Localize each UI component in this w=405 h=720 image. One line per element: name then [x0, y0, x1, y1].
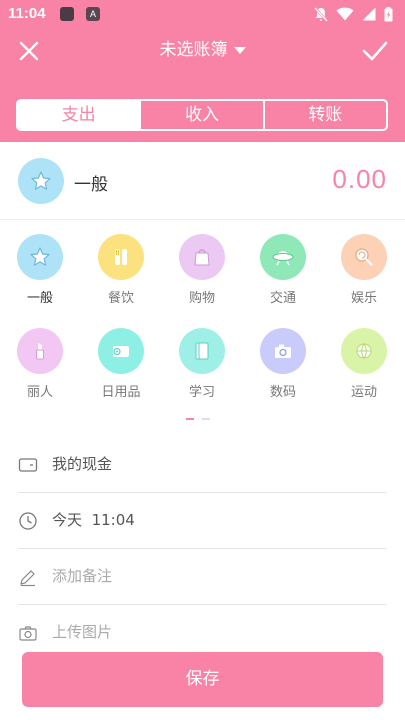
category-icon-bg — [179, 328, 225, 374]
date-field[interactable]: 今天 11:04 — [0, 493, 405, 549]
amount-value[interactable]: 0.00 — [332, 164, 387, 195]
lollipop-icon — [355, 248, 373, 266]
category-label: 日用品 — [101, 385, 141, 400]
mute-icon — [314, 6, 328, 22]
tab-expense[interactable]: 支出 — [18, 101, 140, 129]
save-button[interactable]: 保存 — [22, 652, 383, 707]
category-icon-bg — [98, 234, 144, 280]
category-icon-bg — [17, 234, 63, 280]
category-label: 餐饮 — [107, 291, 134, 306]
status-icons — [314, 6, 393, 22]
selected-category-icon — [18, 158, 64, 204]
notification-app-icon — [60, 7, 74, 21]
photo-upload-label: 上传图片 — [52, 623, 113, 641]
category-label: 运动 — [350, 385, 377, 400]
nav-bar: 未选账簿 — [0, 30, 405, 70]
page-dot-2 — [202, 418, 210, 420]
wifi-icon — [336, 7, 354, 21]
category-icon-bg — [17, 328, 63, 374]
date-day: 今天 — [52, 511, 83, 529]
clock-icon — [19, 512, 37, 530]
category-label: 学习 — [188, 385, 215, 400]
book-icon — [195, 342, 209, 360]
type-tabs: 支出 收入 转账 — [16, 99, 388, 131]
category-digital[interactable]: 数码 — [248, 328, 318, 408]
shopping-bag-icon — [194, 249, 210, 266]
category-icon-bg — [98, 328, 144, 374]
category-label: 一般 — [26, 291, 53, 306]
notification-a-icon: A — [86, 7, 100, 21]
check-icon[interactable] — [361, 38, 389, 64]
page-dot-1 — [186, 418, 194, 420]
ball-icon — [356, 343, 372, 359]
tab-income[interactable]: 收入 — [139, 101, 262, 129]
star-icon — [30, 247, 50, 266]
category-study[interactable]: 学习 — [167, 328, 237, 408]
category-sports[interactable]: 运动 — [329, 328, 399, 408]
category-label: 娱乐 — [350, 291, 377, 306]
camera-icon — [275, 344, 291, 358]
note-input: 添加备注 — [52, 567, 113, 585]
caret-down-icon — [233, 46, 246, 54]
category-daily-goods[interactable]: 日用品 — [86, 328, 156, 408]
wallet-icon — [18, 458, 38, 472]
category-dining[interactable]: 餐饮 — [86, 234, 156, 314]
pencil-icon — [20, 570, 35, 587]
star-icon — [31, 171, 51, 190]
ufo-icon — [272, 251, 294, 266]
date-time: 11:04 — [91, 511, 135, 529]
header: 11:04 A 未选账簿 支出 收入 转账 — [0, 0, 405, 142]
category-icon-bg — [341, 234, 387, 280]
tissue-roll-icon — [113, 346, 129, 357]
note-field[interactable]: 添加备注 — [0, 549, 405, 605]
tab-transfer[interactable]: 转账 — [262, 101, 386, 129]
category-label: 丽人 — [26, 385, 53, 400]
category-transport[interactable]: 交通 — [248, 234, 318, 314]
amount-row[interactable]: 一般 0.00 — [0, 142, 405, 220]
amount-category-label: 一般 — [74, 175, 108, 195]
category-beauty[interactable]: 丽人 — [5, 328, 75, 408]
lipstick-icon — [36, 343, 44, 360]
category-icon-bg — [260, 328, 306, 374]
ledger-title: 未选账簿 — [159, 40, 228, 60]
battery-icon — [384, 6, 393, 21]
camera-outline-icon — [19, 626, 37, 641]
account-value: 我的现金 — [52, 455, 113, 473]
date-value: 今天 11:04 — [52, 509, 135, 530]
signal-icon — [362, 7, 376, 21]
category-general[interactable]: 一般 — [5, 234, 75, 314]
category-label: 交通 — [269, 291, 296, 306]
category-shopping[interactable]: 购物 — [167, 234, 237, 314]
category-icon-bg — [341, 328, 387, 374]
status-time: 11:04 — [8, 5, 46, 22]
category-label: 数码 — [269, 385, 296, 400]
ledger-selector[interactable]: 未选账簿 — [0, 38, 405, 62]
category-icon-bg — [179, 234, 225, 280]
utensils-icon — [115, 249, 127, 265]
category-entertainment[interactable]: 娱乐 — [329, 234, 399, 314]
account-field[interactable]: 我的现金 — [0, 437, 405, 493]
page-indicator — [186, 418, 210, 420]
category-icon-bg — [260, 234, 306, 280]
status-bar: 11:04 A — [0, 0, 405, 28]
category-label: 购物 — [188, 291, 215, 306]
category-grid: 一般 餐饮 购物 交通 娱乐 丽人 日用品 学习 数码 运动 — [0, 232, 405, 412]
